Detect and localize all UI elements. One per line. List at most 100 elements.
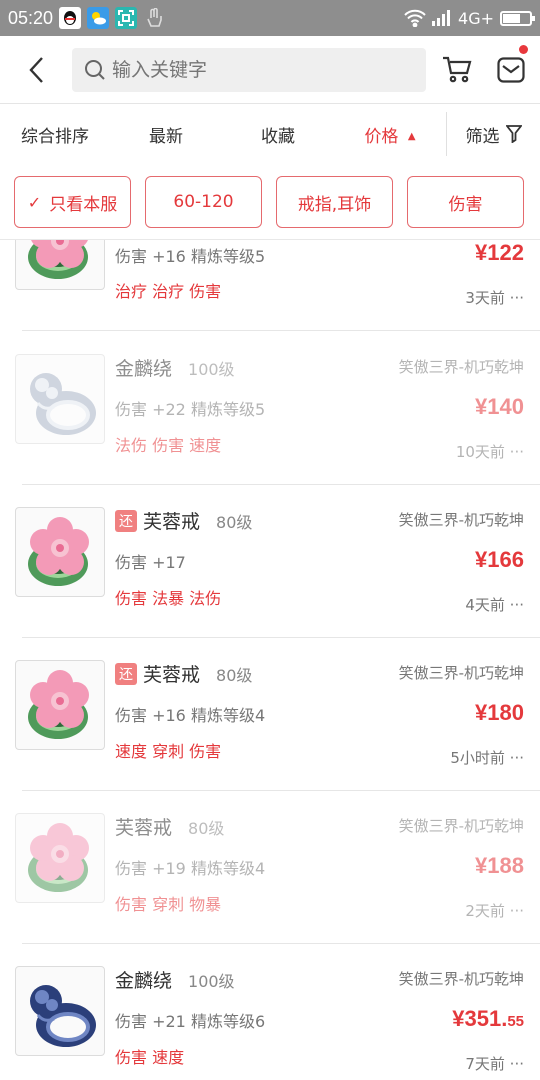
list-item[interactable]: 还 芙蓉戒 80级 笑傲三界-机巧乾坤 伤害 +16 精炼等级4 速度 穿刺 伤… (0, 637, 540, 790)
list-item[interactable]: 金麟绕 100级 笑傲三界-机巧乾坤 伤害 +22 精炼等级5 法伤 伤害 速度… (0, 331, 540, 484)
notification-dot (519, 44, 528, 54)
sort-comprehensive[interactable]: 综合排序 (0, 122, 110, 147)
chevron-left-icon (29, 56, 43, 83)
chip-level-range[interactable]: 60-120 (145, 176, 262, 228)
item-time: 10天前 ··· (455, 443, 524, 461)
item-attrs: 速度 穿刺 伤害 (115, 742, 222, 761)
item-price: ¥351.55 (452, 1006, 524, 1032)
chip-label: 只看本服 (49, 194, 118, 215)
item-price: ¥166 (475, 547, 524, 573)
price-main: ¥122 (475, 240, 524, 265)
scan-icon (115, 7, 138, 29)
chip-attribute[interactable]: 伤害 (407, 176, 524, 228)
item-attrs: 法伤 伤害 速度 (115, 436, 222, 455)
list-item[interactable]: 还 芙蓉戒 80级 笑傲三界-机巧乾坤 伤害 +17 伤害 法暴 法伤 ¥166… (0, 484, 540, 637)
item-thumbnail (15, 240, 105, 290)
check-icon: ✓ (27, 192, 42, 212)
item-time: 5小时前 ··· (450, 749, 524, 767)
header (0, 36, 540, 104)
item-server: 笑傲三界-机巧乾坤 (398, 358, 524, 376)
price-decimal: 55 (507, 1013, 524, 1030)
item-thumbnail (15, 966, 105, 1056)
dark-ring-icon (30, 985, 96, 1047)
item-stats: 伤害 +22 精炼等级5 (115, 400, 266, 419)
mail-icon (497, 56, 525, 83)
search-icon (85, 59, 105, 80)
filter-chips: ✓ 只看本服 60-120 戒指,耳饰 伤害 (0, 176, 540, 228)
item-level: 80级 (216, 665, 253, 685)
network-type: 4G+ (458, 8, 494, 28)
filter-button[interactable]: 筛选 (447, 122, 540, 147)
item-title: 芙蓉戒 80级 (115, 813, 224, 840)
item-time: 4天前 ··· (465, 596, 524, 614)
message-button[interactable] (484, 36, 538, 104)
item-level: 100级 (188, 359, 235, 379)
item-name: 芙蓉戒 (143, 511, 201, 533)
price-main: ¥166 (475, 547, 524, 572)
sort-newest[interactable]: 最新 (110, 122, 222, 147)
chip-label: 伤害 (448, 194, 483, 215)
item-price: ¥140 (475, 394, 524, 420)
wifi-icon (404, 9, 426, 27)
price-main: ¥351. (452, 1006, 508, 1031)
item-title: 金麟绕 100级 (115, 966, 235, 993)
item-price: ¥122 (475, 240, 524, 266)
item-server: 笑傲三界-机巧乾坤 (398, 817, 524, 835)
item-name: 芙蓉戒 (143, 664, 201, 686)
cart-icon (443, 56, 472, 82)
price-main: ¥180 (475, 700, 524, 725)
item-thumbnail (15, 354, 105, 444)
cart-button[interactable] (430, 36, 484, 104)
item-list: 伤害 +16 精炼等级5 治疗 治疗 伤害 ¥122 3天前 ··· 金麟绕 1… (0, 239, 540, 1080)
jade-ring-icon (28, 517, 89, 586)
item-server: 笑傲三界-机巧乾坤 (398, 664, 524, 682)
weather-icon (87, 7, 110, 29)
chip-label: 60-120 (173, 192, 234, 212)
sort-price[interactable]: 价格 ▲ (334, 122, 446, 147)
item-stats: 伤害 +16 精炼等级4 (115, 706, 266, 725)
sort-favorites[interactable]: 收藏 (222, 122, 334, 147)
item-thumbnail (15, 507, 105, 597)
chip-type[interactable]: 戒指,耳饰 (276, 176, 393, 228)
back-button[interactable] (0, 36, 72, 104)
item-thumbnail (15, 813, 105, 903)
silver-ring-icon (30, 373, 96, 435)
battery-fill (503, 13, 520, 23)
item-attrs: 伤害 法暴 法伤 (115, 589, 222, 608)
jade-ring-icon (28, 670, 89, 739)
item-attrs: 伤害 穿刺 物暴 (115, 895, 222, 914)
search-input[interactable] (112, 58, 392, 81)
item-stats: 伤害 +21 精炼等级6 (115, 1012, 266, 1031)
item-level: 100级 (188, 971, 235, 991)
item-price: ¥180 (475, 700, 524, 726)
item-level: 80级 (188, 818, 225, 838)
list-item[interactable]: 伤害 +16 精炼等级5 治疗 治疗 伤害 ¥122 3天前 ··· (0, 240, 540, 331)
list-item[interactable]: 金麟绕 100级 笑傲三界-机巧乾坤 伤害 +21 精炼等级6 伤害 速度 ¥3… (0, 943, 540, 1080)
signal-icon (432, 10, 451, 26)
item-name: 金麟绕 (115, 970, 173, 992)
item-attrs: 伤害 速度 (115, 1048, 185, 1067)
item-server: 笑傲三界-机巧乾坤 (398, 970, 524, 988)
item-stats: 伤害 +17 (115, 553, 186, 572)
item-time: 7天前 ··· (465, 1055, 524, 1073)
item-title: 还 芙蓉戒 80级 (115, 507, 252, 534)
battery-icon (500, 10, 535, 26)
item-thumbnail (15, 660, 105, 750)
hand-icon (143, 7, 165, 29)
chip-local-server[interactable]: ✓ 只看本服 (14, 176, 131, 228)
jade-ring-icon (28, 823, 89, 892)
item-time: 3天前 ··· (465, 289, 524, 307)
item-stats: 伤害 +19 精炼等级4 (115, 859, 266, 878)
list-item[interactable]: 芙蓉戒 80级 笑傲三界-机巧乾坤 伤害 +19 精炼等级4 伤害 穿刺 物暴 … (0, 790, 540, 943)
item-attrs: 治疗 治疗 伤害 (115, 282, 222, 301)
status-right: 4G+ (404, 8, 535, 28)
price-main: ¥140 (475, 394, 524, 419)
return-tag: 还 (115, 662, 137, 685)
item-name: 芙蓉戒 (115, 817, 173, 839)
search-bar[interactable] (72, 47, 426, 92)
sort-price-label: 价格 (364, 126, 399, 147)
sort-arrow-icon: ▲ (407, 131, 416, 142)
item-name: 金麟绕 (115, 358, 173, 380)
qq-icon (59, 7, 82, 29)
item-time: 2天前 ··· (465, 902, 524, 920)
